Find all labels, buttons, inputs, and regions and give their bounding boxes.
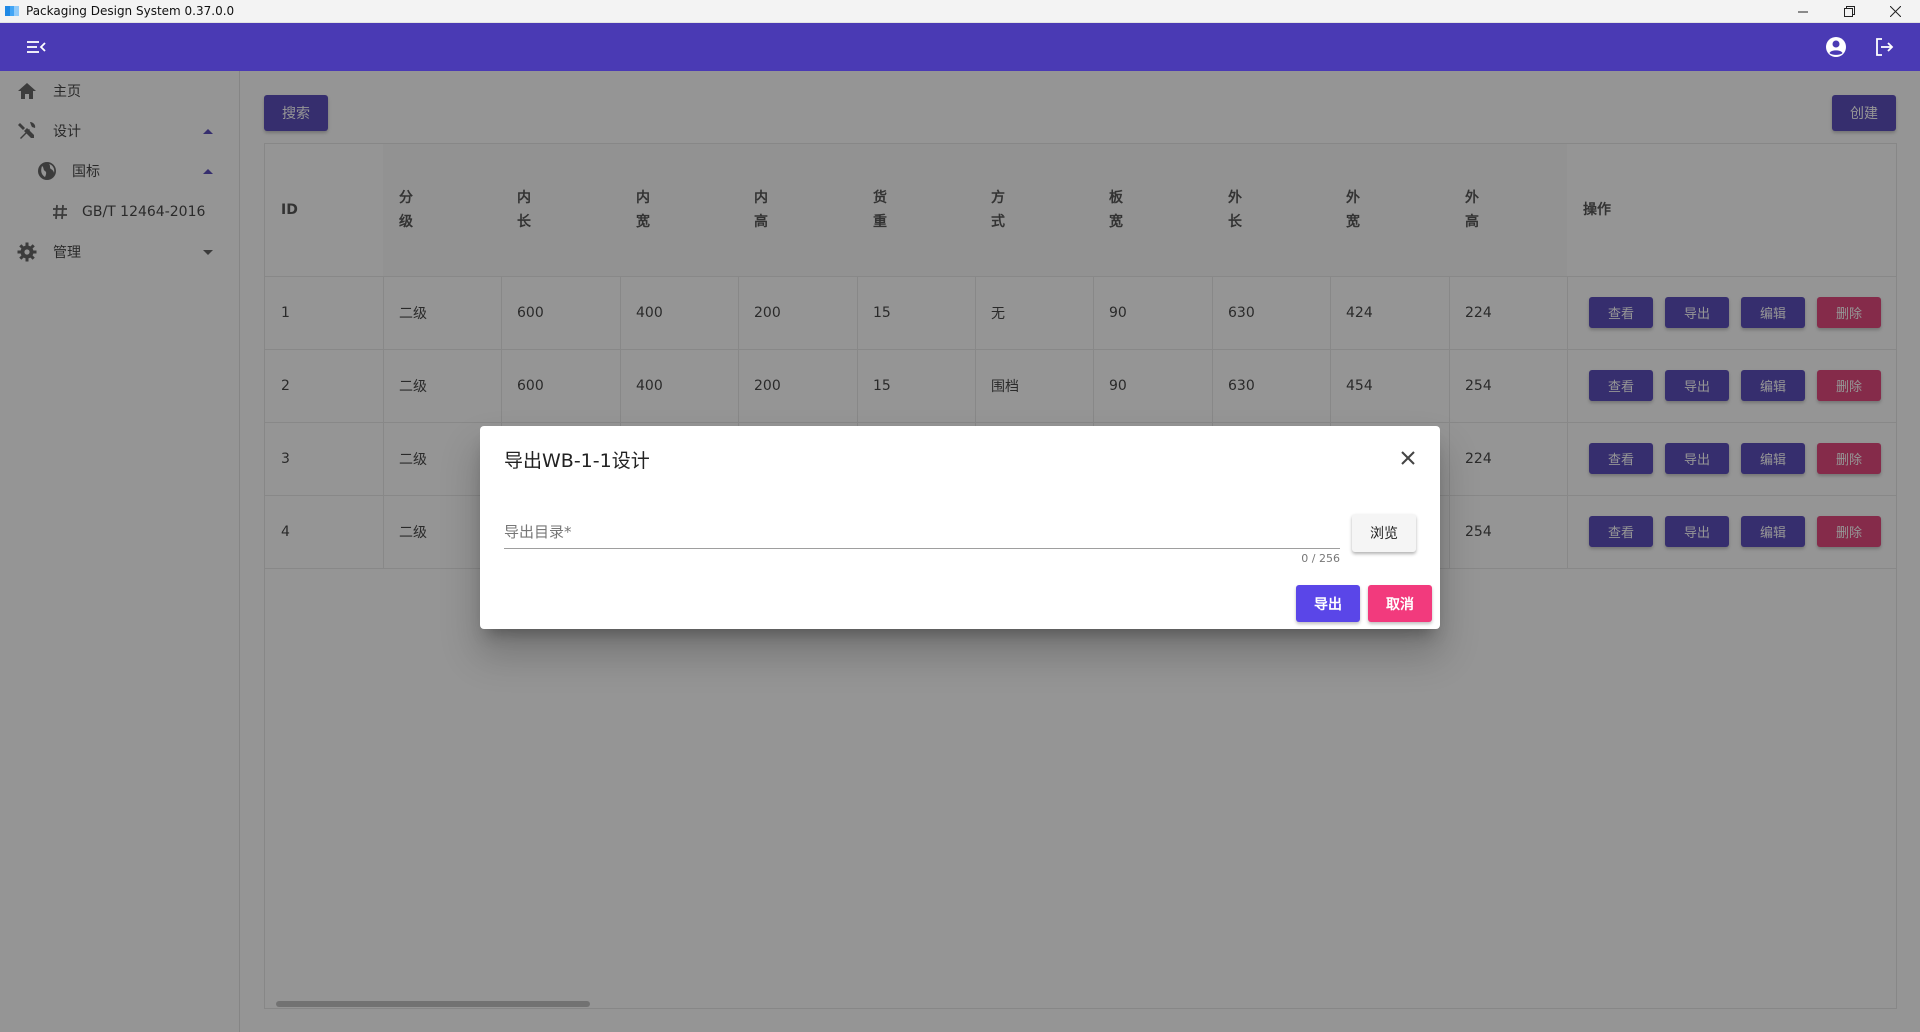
character-counter: 0 / 256 — [1301, 552, 1340, 565]
app-bar — [0, 23, 1920, 71]
window-title: Packaging Design System 0.37.0.0 — [26, 4, 235, 18]
window-titlebar: Packaging Design System 0.37.0.0 — [0, 0, 1920, 23]
account-icon[interactable] — [1824, 35, 1848, 59]
confirm-export-button[interactable]: 导出 — [1296, 585, 1360, 622]
app-logo-icon — [5, 6, 19, 16]
export-directory-input[interactable] — [504, 518, 1340, 546]
close-window-icon[interactable] — [1872, 0, 1918, 23]
export-dialog: 导出WB-1-1设计 0 / 256 浏览 导出 取消 — [480, 426, 1440, 629]
close-icon[interactable] — [1398, 448, 1418, 468]
cancel-button[interactable]: 取消 — [1368, 585, 1432, 622]
menu-collapse-icon[interactable] — [24, 35, 48, 59]
restore-icon[interactable] — [1826, 0, 1872, 23]
dialog-title: 导出WB-1-1设计 — [504, 450, 650, 472]
minimize-icon[interactable] — [1780, 0, 1826, 23]
logout-icon[interactable] — [1872, 35, 1896, 59]
browse-button[interactable]: 浏览 — [1352, 514, 1416, 552]
export-directory-field[interactable] — [504, 518, 1340, 549]
